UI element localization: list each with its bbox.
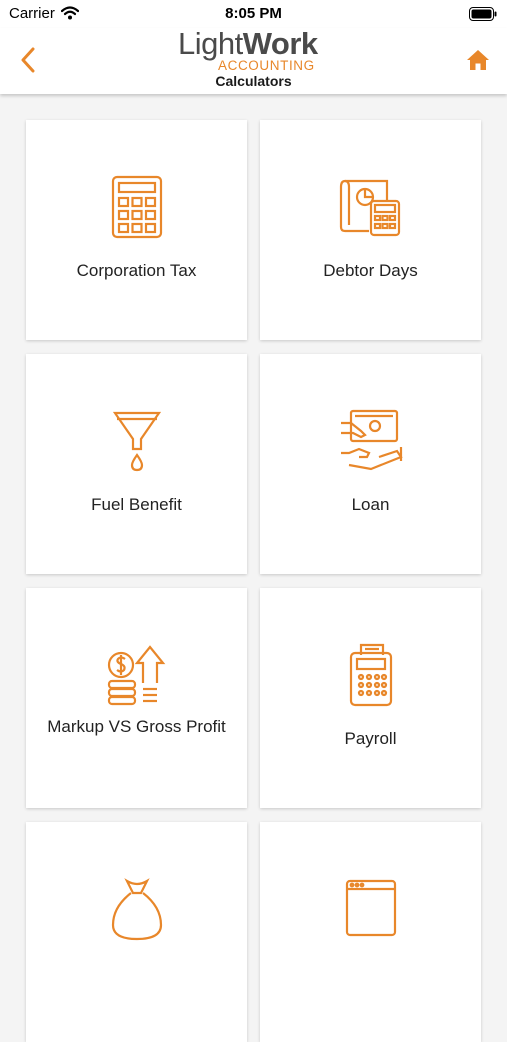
calculator-label: Corporation Tax (76, 261, 197, 280)
calculator-card-loan[interactable]: Loan (260, 354, 481, 574)
back-button[interactable] (14, 44, 42, 76)
calculator-card-partial-right[interactable] (260, 822, 481, 1042)
home-icon (466, 49, 490, 71)
calculator-card-partial-left[interactable] (26, 822, 247, 1042)
status-bar: Carrier 8:05 PM (0, 0, 507, 28)
invoice-calculator-icon (260, 175, 481, 239)
funnel-icon (26, 409, 247, 473)
cash-hand-icon (260, 409, 481, 473)
calculator-card-debtor-days[interactable]: Debtor Days (260, 120, 481, 340)
navigation-bar: LightWork ACCOUNTING Calculators (0, 26, 507, 94)
page-title: Calculators (215, 73, 292, 89)
lightwork-logo: LightWork ACCOUNTING (174, 26, 334, 78)
home-button[interactable] (463, 46, 493, 74)
calculator-card-payroll[interactable]: Payroll (260, 588, 481, 808)
calculator-card-markup-vs-gross-profit[interactable]: Markup VS Gross Profit (26, 588, 247, 808)
clock: 8:05 PM (225, 5, 282, 22)
calculator-label: Debtor Days (323, 261, 418, 280)
calculator-label: Markup VS Gross Profit (47, 717, 226, 736)
battery-icon (469, 7, 497, 21)
calculator-label: Payroll (344, 729, 397, 748)
calculator-label: Loan (351, 495, 390, 514)
logo-accounting: ACCOUNTING (218, 58, 315, 73)
browser-window-icon (260, 877, 481, 941)
logo-wordmark: LightWork (178, 26, 318, 61)
calculator-card-corporation-tax[interactable]: Corporation Tax (26, 120, 247, 340)
coins-arrow-icon (26, 643, 247, 707)
money-bag-icon (26, 877, 247, 941)
calculator-label: Fuel Benefit (91, 495, 182, 514)
calculator-card-fuel-benefit[interactable]: Fuel Benefit (26, 354, 247, 574)
card-terminal-icon (260, 643, 481, 707)
calculator-icon (26, 175, 247, 239)
chevron-left-icon (20, 47, 36, 73)
